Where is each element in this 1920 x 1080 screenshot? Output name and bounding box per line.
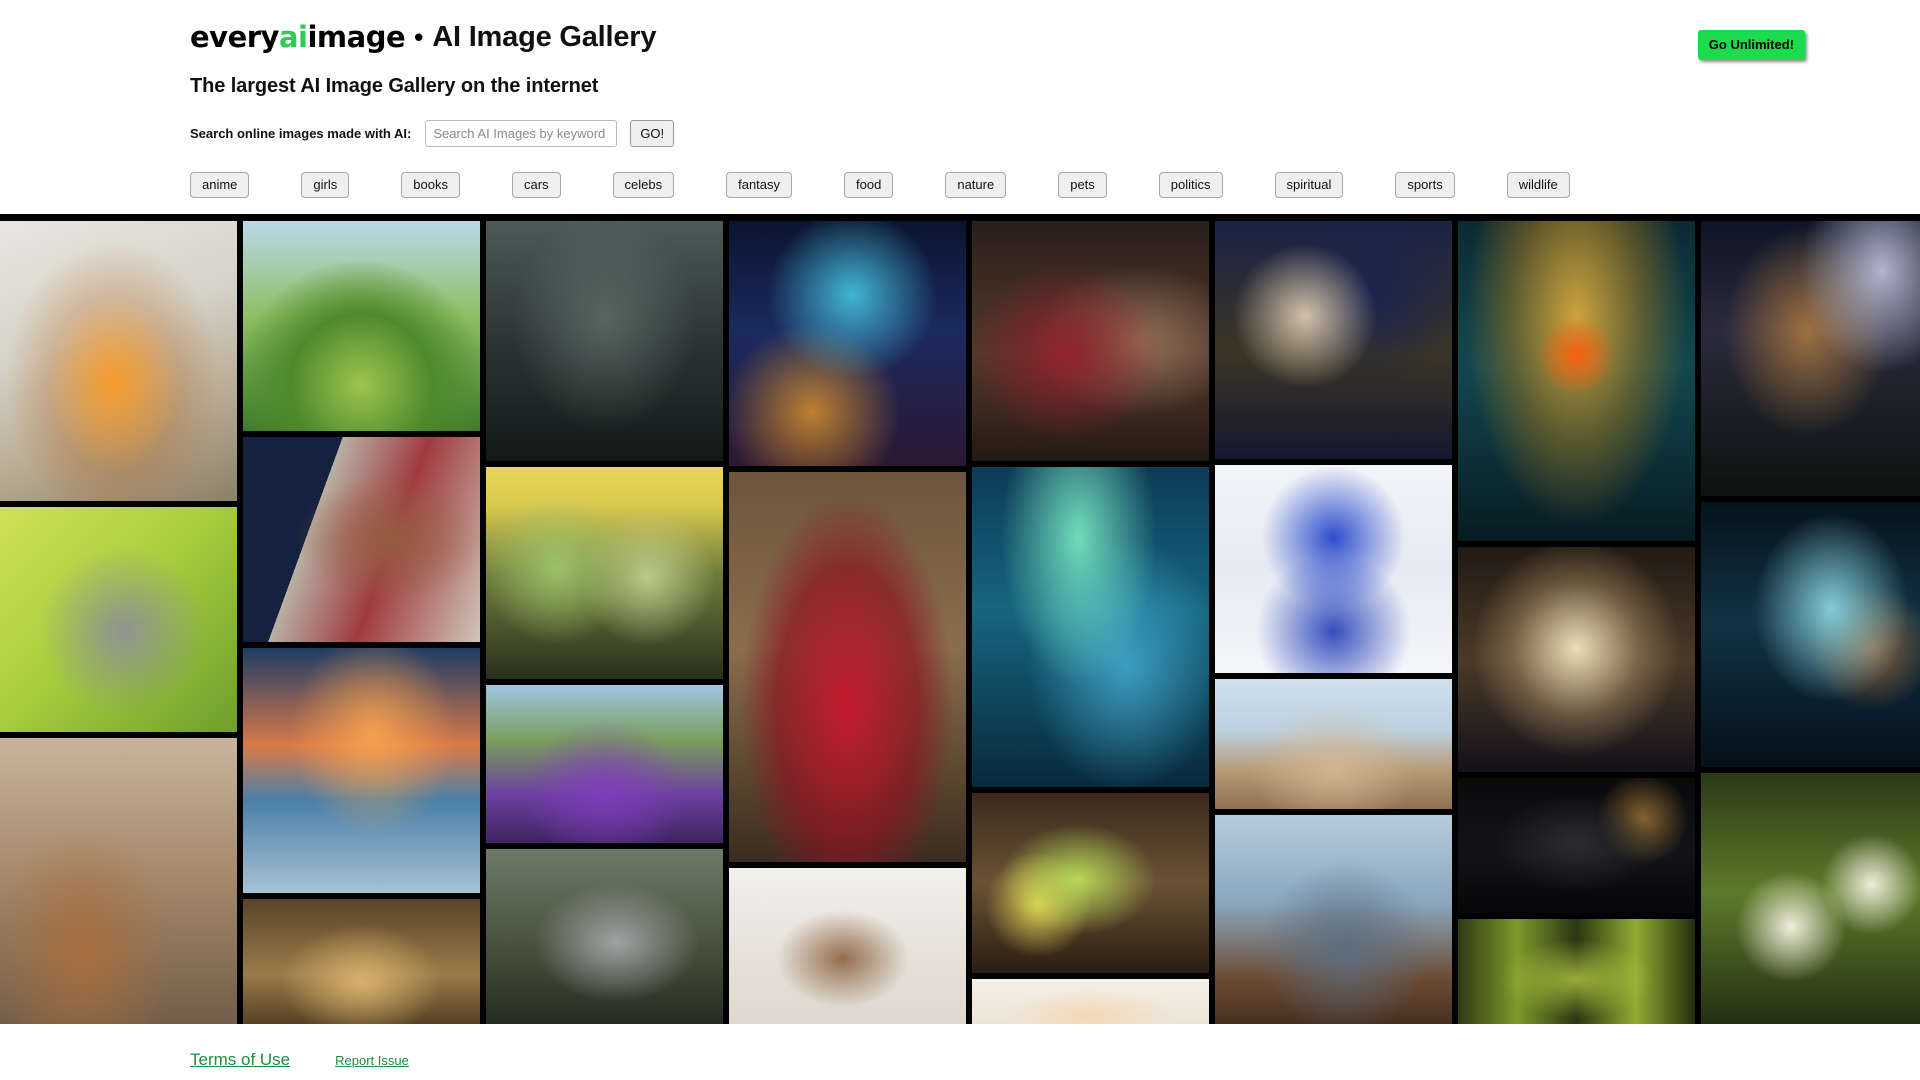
gallery-image-goblins-vs-vampires-poster[interactable] [486, 467, 723, 679]
gallery-image-art [972, 467, 1209, 787]
gallery-image-grey-wolf-portrait[interactable] [486, 849, 723, 1024]
gallery-image-fairy-woman-with-glowing-wings[interactable] [1458, 547, 1695, 772]
gallery-image-art [1701, 221, 1920, 496]
gallery-image-art [1701, 773, 1920, 1024]
gallery-image-art [243, 221, 480, 431]
gallery-image-grey-cat-in-green-grass[interactable] [0, 507, 237, 732]
gallery-image-art [1215, 465, 1452, 673]
category-tag-books[interactable]: books [401, 172, 460, 198]
gallery-column-4 [729, 221, 966, 1024]
gallery-image-art [1701, 502, 1920, 767]
gallery-column-2 [243, 221, 480, 1024]
gallery-image-art [1458, 919, 1695, 1024]
gallery-image-art [0, 507, 237, 732]
gallery-column-6 [1215, 221, 1452, 1024]
gallery-image-art [486, 467, 723, 679]
gallery-image-catwoman-and-man-at-bar[interactable] [1215, 221, 1452, 459]
gallery-image-amber-soap-bottles-on-counter[interactable] [729, 868, 966, 1024]
gallery-image-masked-figure-in-black-hood[interactable] [1458, 778, 1695, 913]
gallery-image-fashion-runway-red-gowns[interactable] [972, 221, 1209, 461]
category-tag-food[interactable]: food [844, 172, 894, 198]
gallery-image-art [729, 472, 966, 862]
gallery-image-woman-in-red-embroidered-kaftan[interactable] [729, 472, 966, 862]
gallery-column-3 [486, 221, 723, 1024]
gallery-image-art [0, 738, 237, 1024]
category-tag-fantasy[interactable]: fantasy [726, 172, 793, 198]
gallery-image-art [243, 899, 480, 1024]
page-subtitle: The largest AI Image Gallery on the inte… [190, 75, 599, 97]
search-input[interactable] [425, 120, 618, 147]
gallery-image-art [972, 793, 1209, 973]
category-tag-anime[interactable]: anime [190, 172, 250, 198]
gallery-image-green-bamboo-forest[interactable] [1458, 919, 1695, 1024]
category-tag-wildlife[interactable]: wildlife [1506, 172, 1570, 198]
gallery-image-neon-cyberpunk-car-in-rain[interactable] [729, 221, 966, 466]
gallery-image-green-juice-with-lemon-and-cucumber[interactable] [972, 793, 1209, 973]
gallery-image-yamaha-blue-racing-jacket-mockup[interactable] [1215, 465, 1452, 673]
search-go-button[interactable]: GO! [630, 120, 675, 147]
bullet-separator-icon: • [414, 22, 424, 52]
logo-accent-text: ai [278, 20, 308, 54]
gallery-image-art [1458, 547, 1695, 772]
gallery-image-art [486, 685, 723, 843]
logo-suffix-text: image [307, 20, 406, 54]
gallery-image-art [1458, 778, 1695, 913]
gallery-image-art [0, 221, 237, 501]
gallery-image-art [1215, 815, 1452, 1024]
category-tag-celebs[interactable]: celebs [612, 172, 675, 198]
gallery-image-art [486, 221, 723, 461]
gallery-image-art [1215, 679, 1452, 809]
gallery-image-dog-lying-on-city-street[interactable] [0, 738, 237, 1024]
report-issue-link[interactable]: Report Issue [335, 1053, 409, 1068]
gallery-image-art [243, 437, 480, 642]
gallery-image-white-lilies-in-sunlight[interactable] [1701, 773, 1920, 1024]
gallery-image-art [1215, 221, 1452, 459]
search-label: Search online images made with AI: [190, 126, 412, 141]
gallery-image-anime-character-face[interactable] [972, 979, 1209, 1024]
gallery-image-sliced-bread-on-table[interactable] [243, 899, 480, 1024]
gallery-image-art [1458, 221, 1695, 541]
gallery-image-mother-and-child-at-sunset-beach[interactable] [243, 648, 480, 893]
gallery-image-golden-armored-warrior-with-glowing-eyes[interactable] [1458, 221, 1695, 541]
gallery-image-art [486, 849, 723, 1024]
category-tag-girls[interactable]: girls [301, 172, 350, 198]
gallery-image-man-with-american-flag[interactable] [243, 437, 480, 642]
gallery-image-truck-on-desert-highway[interactable] [1215, 679, 1452, 809]
gallery-column-7 [1458, 221, 1695, 1024]
gallery-column-8 [1701, 221, 1920, 1024]
gallery-column-5 [972, 221, 1209, 1024]
gallery-image-blue-ice-cave-aurora[interactable] [972, 467, 1209, 787]
gallery-column-1 [0, 221, 237, 1024]
gallery-image-art [729, 868, 966, 1024]
gallery-image-bigfoot-in-dark-forest[interactable] [486, 221, 723, 461]
category-tag-cars[interactable]: cars [511, 172, 561, 198]
gallery-image-art [972, 979, 1209, 1024]
category-tag-nature[interactable]: nature [945, 172, 1007, 198]
page-header: everyaiimage • AI Image Gallery The larg… [0, 0, 1920, 214]
gallery-image-art [729, 221, 966, 466]
image-gallery-grid [0, 214, 1920, 1024]
gallery-image-art [243, 648, 480, 893]
gallery-image-art [972, 221, 1209, 461]
logo-prefix-text: every [190, 20, 279, 54]
go-unlimited-button[interactable]: Go Unlimited! [1697, 30, 1805, 60]
gallery-image-glass-case-computer-on-desk[interactable] [0, 221, 237, 501]
category-tag-list: anime girls books cars celebs fantasy food natu… [190, 172, 1920, 214]
category-tag-sports[interactable]: sports [1395, 172, 1455, 198]
brand-title-row: everyaiimage • AI Image Gallery [190, 0, 1920, 52]
gallery-image-silver-sports-car-at-marina[interactable] [1215, 815, 1452, 1024]
category-tag-spiritual[interactable]: spiritual [1274, 172, 1344, 198]
gallery-image-chrome-iridescent-bust-sculpture[interactable] [1701, 502, 1920, 767]
gallery-image-purple-lavender-field[interactable] [486, 685, 723, 843]
logo-wordmark[interactable]: everyaiimage [190, 20, 406, 54]
terms-of-use-link[interactable]: Terms of Use [190, 1050, 290, 1070]
gallery-image-landscaped-garden-with-trees[interactable] [243, 221, 480, 431]
search-bar: Search online images made with AI: GO! [190, 120, 1920, 147]
page-title: AI Image Gallery [432, 21, 657, 53]
category-tag-pets[interactable]: pets [1058, 172, 1107, 198]
gallery-image-milky-way-over-misty-lake[interactable] [1701, 221, 1920, 496]
page-footer: Terms of Use Report Issue [0, 1024, 1920, 1080]
category-tag-politics[interactable]: politics [1158, 172, 1223, 198]
